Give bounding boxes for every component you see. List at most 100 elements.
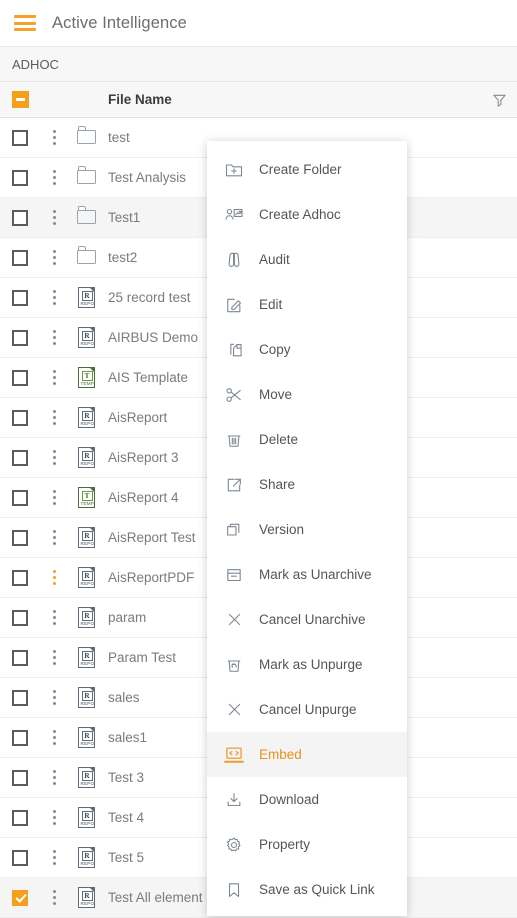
row-kebab-menu-icon[interactable] <box>52 290 56 305</box>
row-kebab-menu-icon[interactable] <box>52 210 56 225</box>
row-kebab-menu-icon[interactable] <box>52 170 56 185</box>
row-file-icon-cell: R REPO <box>68 286 106 310</box>
row-checkbox[interactable] <box>12 289 28 306</box>
menu-item-edit[interactable]: Edit <box>207 282 407 327</box>
menu-item-mark-as-unarchive[interactable]: Mark as Unarchive <box>207 552 407 597</box>
row-checkbox[interactable] <box>12 249 28 266</box>
select-all-checkbox[interactable] <box>11 91 29 108</box>
menu-item-create-folder[interactable]: Create Folder <box>207 147 407 192</box>
bookmark-icon <box>223 879 245 901</box>
row-file-name: Param Test <box>108 650 177 665</box>
archive-box-icon <box>223 564 245 586</box>
menu-item-label: Edit <box>259 297 283 312</box>
row-file-name: Test 5 <box>108 850 145 865</box>
binoculars-icon <box>223 249 245 271</box>
row-kebab-menu-icon[interactable] <box>52 730 56 745</box>
row-file-name: Test1 <box>108 210 141 225</box>
row-kebab-menu-icon[interactable] <box>52 770 56 785</box>
row-kebab-menu-icon[interactable] <box>52 610 56 625</box>
row-file-icon-cell: R REPO <box>68 886 106 910</box>
row-checkbox-cell <box>0 169 40 186</box>
menu-item-label: Download <box>259 792 320 807</box>
row-file-icon-cell: R REPO <box>68 526 106 550</box>
row-kebab-menu-icon[interactable] <box>52 490 56 505</box>
row-menu-cell <box>40 250 68 265</box>
table-header: File Name <box>0 82 517 118</box>
row-checkbox[interactable] <box>12 369 28 386</box>
filter-icon[interactable] <box>492 92 507 107</box>
menu-item-copy[interactable]: Copy <box>207 327 407 372</box>
row-checkbox-cell <box>0 449 40 466</box>
row-file-name: AisReportPDF <box>108 570 195 585</box>
row-kebab-menu-icon[interactable] <box>52 370 56 385</box>
row-file-name: Test 3 <box>108 770 145 785</box>
report-file-icon: R REPO <box>76 726 98 750</box>
row-kebab-menu-icon[interactable] <box>52 410 56 425</box>
menu-item-version[interactable]: Version <box>207 507 407 552</box>
menu-item-download[interactable]: Download <box>207 777 407 822</box>
hamburger-icon[interactable] <box>14 15 36 31</box>
menu-item-move[interactable]: Move <box>207 372 407 417</box>
app-header: Active Intelligence <box>0 0 517 46</box>
row-kebab-menu-icon[interactable] <box>52 130 56 145</box>
row-kebab-menu-icon[interactable] <box>52 570 56 585</box>
report-file-icon: R REPO <box>76 526 98 550</box>
row-checkbox[interactable] <box>12 689 28 706</box>
menu-item-label: Audit <box>259 252 290 267</box>
row-checkbox[interactable] <box>12 489 28 506</box>
report-file-icon: R REPO <box>76 286 98 310</box>
row-checkbox[interactable] <box>12 809 28 826</box>
row-kebab-menu-icon[interactable] <box>52 650 56 665</box>
menu-item-share[interactable]: Share <box>207 462 407 507</box>
menu-item-label: Move <box>259 387 293 402</box>
row-kebab-menu-icon[interactable] <box>52 530 56 545</box>
column-header-filename[interactable]: File Name <box>108 92 172 107</box>
menu-item-label: Create Adhoc <box>259 207 341 222</box>
row-kebab-menu-icon[interactable] <box>52 810 56 825</box>
row-checkbox[interactable] <box>12 169 28 186</box>
row-file-icon-cell <box>68 206 106 230</box>
menu-item-save-as-quick-link[interactable]: Save as Quick Link <box>207 867 407 912</box>
row-checkbox[interactable] <box>12 609 28 626</box>
row-checkbox[interactable] <box>12 729 28 746</box>
menu-item-cancel-unarchive[interactable]: Cancel Unarchive <box>207 597 407 642</box>
row-kebab-menu-icon[interactable] <box>52 890 56 905</box>
row-checkbox[interactable] <box>12 889 28 906</box>
layers-icon <box>223 519 245 541</box>
menu-item-audit[interactable]: Audit <box>207 237 407 282</box>
row-file-name: test2 <box>108 250 138 265</box>
menu-item-embed[interactable]: Embed <box>207 732 407 777</box>
row-kebab-menu-icon[interactable] <box>52 330 56 345</box>
row-checkbox[interactable] <box>12 769 28 786</box>
row-kebab-menu-icon[interactable] <box>52 850 56 865</box>
row-menu-cell <box>40 690 68 705</box>
share-icon <box>223 474 245 496</box>
row-checkbox[interactable] <box>12 569 28 586</box>
breadcrumb[interactable]: ADHOC <box>0 46 517 82</box>
report-file-icon: R REPO <box>76 846 98 870</box>
row-checkbox-cell <box>0 489 40 506</box>
row-checkbox[interactable] <box>12 449 28 466</box>
menu-item-mark-as-unpurge[interactable]: Mark as Unpurge <box>207 642 407 687</box>
row-checkbox[interactable] <box>12 329 28 346</box>
row-checkbox[interactable] <box>12 649 28 666</box>
menu-item-create-adhoc[interactable]: Create Adhoc <box>207 192 407 237</box>
row-checkbox[interactable] <box>12 849 28 866</box>
row-kebab-menu-icon[interactable] <box>52 690 56 705</box>
row-checkbox-cell <box>0 409 40 426</box>
row-checkbox[interactable] <box>12 209 28 226</box>
row-kebab-menu-icon[interactable] <box>52 250 56 265</box>
select-all-cell <box>0 91 40 108</box>
menu-item-cancel-unpurge[interactable]: Cancel Unpurge <box>207 687 407 732</box>
row-kebab-menu-icon[interactable] <box>52 450 56 465</box>
row-file-icon-cell: T TEMP <box>68 486 106 510</box>
menu-item-delete[interactable]: Delete <box>207 417 407 462</box>
menu-item-label: Delete <box>259 432 299 447</box>
row-checkbox[interactable] <box>12 529 28 546</box>
context-menu: Create Folder Create Adhoc Audit Edit Copy Mo… <box>207 141 407 916</box>
row-checkbox[interactable] <box>12 409 28 426</box>
row-checkbox[interactable] <box>12 129 28 146</box>
menu-item-property[interactable]: Property <box>207 822 407 867</box>
close-x-icon <box>223 699 245 721</box>
page-title: Active Intelligence <box>52 13 187 32</box>
